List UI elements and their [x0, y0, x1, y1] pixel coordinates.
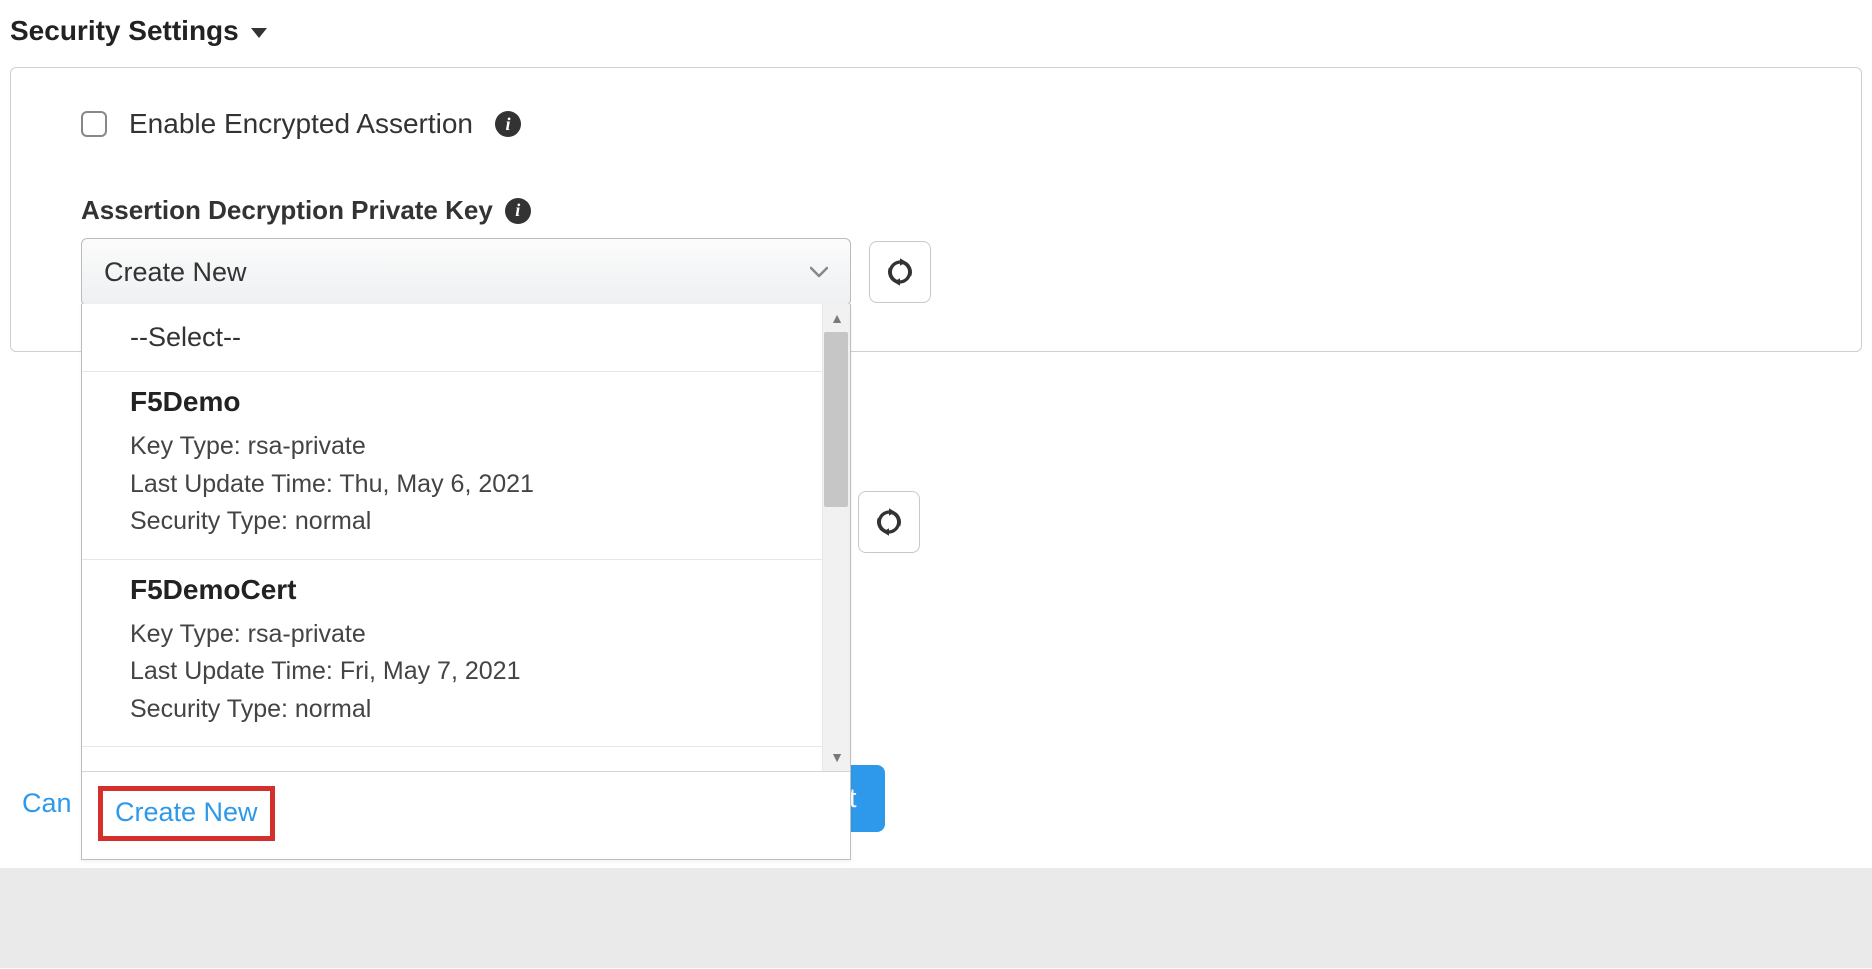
dropdown-scroll-area: --Select-- F5Demo Key Type: rsa-private …	[82, 304, 850, 771]
dropdown-option-f5demo[interactable]: F5Demo Key Type: rsa-private Last Update…	[82, 372, 850, 560]
dropdown-option-f5democert[interactable]: F5DemoCert Key Type: rsa-private Last Up…	[82, 560, 850, 748]
refresh-icon	[874, 507, 904, 537]
enable-encrypted-assertion-label: Enable Encrypted Assertion	[129, 108, 473, 140]
option-last-update: Last Update Time: Thu, May 6, 2021	[130, 466, 802, 504]
refresh-icon	[885, 257, 915, 287]
decryption-key-label-text: Assertion Decryption Private Key	[81, 195, 493, 226]
scrollbar[interactable]: ▲ ▼	[822, 304, 850, 771]
create-new-link[interactable]: Create New	[115, 797, 258, 828]
settings-container: Enable Encrypted Assertion i Assertion D…	[10, 67, 1862, 352]
dropdown-option-select[interactable]: --Select--	[82, 304, 850, 372]
option-security-type: Security Type: normal	[130, 691, 802, 729]
option-key-type: Key Type: rsa-private	[130, 428, 802, 466]
cancel-link[interactable]: Can	[22, 788, 72, 819]
option-name: F5DemoCert	[130, 574, 802, 606]
refresh-button[interactable]	[869, 241, 931, 303]
scrollbar-thumb[interactable]	[824, 332, 848, 507]
dropdown-footer: Create New	[82, 771, 850, 859]
option-security-type: Security Type: normal	[130, 503, 802, 541]
dropdown-option-partial[interactable]: ▬▬▬▬▬▬▬▬▬▬	[82, 747, 850, 771]
create-new-highlight: Create New	[98, 786, 275, 841]
footer-backdrop	[0, 868, 1872, 968]
scroll-up-icon[interactable]: ▲	[823, 304, 850, 332]
decryption-key-label: Assertion Decryption Private Key i	[81, 195, 1791, 226]
decryption-key-select[interactable]: Create New	[81, 238, 851, 306]
refresh-button-secondary[interactable]	[858, 491, 920, 553]
info-icon[interactable]: i	[505, 198, 531, 224]
enable-encrypted-assertion-checkbox[interactable]	[81, 111, 107, 137]
decryption-key-select-row: Create New --Select-- F5Demo	[81, 238, 1791, 306]
section-toggle[interactable]: Security Settings	[10, 15, 1862, 47]
section-title-text: Security Settings	[10, 15, 239, 47]
scroll-down-icon[interactable]: ▼	[823, 743, 850, 771]
decryption-key-dropdown: --Select-- F5Demo Key Type: rsa-private …	[81, 304, 851, 860]
info-icon[interactable]: i	[495, 111, 521, 137]
chevron-down-icon	[810, 261, 828, 284]
option-last-update: Last Update Time: Fri, May 7, 2021	[130, 653, 802, 691]
enable-encrypted-assertion-row: Enable Encrypted Assertion i	[81, 108, 1791, 140]
option-name: F5Demo	[130, 386, 802, 418]
option-key-type: Key Type: rsa-private	[130, 616, 802, 654]
caret-down-icon	[251, 28, 267, 38]
decryption-key-selected-value: Create New	[104, 257, 247, 288]
